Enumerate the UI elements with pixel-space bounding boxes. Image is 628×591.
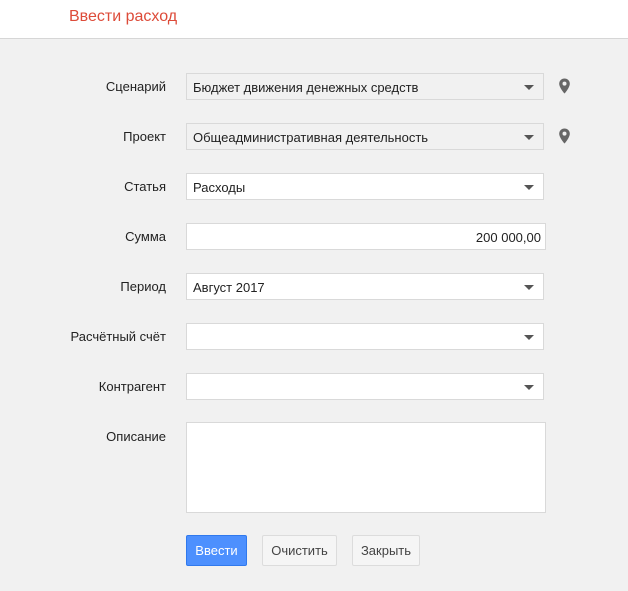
project-select[interactable]: Общеадминистративная деятельность — [186, 123, 544, 150]
page-title: Ввести расход — [69, 8, 178, 25]
chevron-down-icon — [524, 385, 534, 390]
period-select[interactable]: Август 2017 — [186, 273, 544, 300]
scenario-label: Сценарий — [105, 79, 166, 94]
amount-value: 200 000,00 — [475, 230, 541, 245]
period-label: Период — [120, 279, 166, 294]
article-select[interactable]: Расходы — [186, 173, 544, 200]
account-select[interactable] — [186, 323, 544, 350]
period-value: Август 2017 — [193, 280, 265, 295]
counterparty-label: Контрагент — [98, 379, 166, 394]
clear-button[interactable]: Очистить — [262, 535, 337, 566]
chevron-down-icon — [524, 85, 534, 90]
project-label: Проект — [123, 129, 166, 144]
chevron-down-icon — [524, 335, 534, 340]
close-button[interactable]: Закрыть — [352, 535, 420, 566]
description-label: Описание — [106, 429, 166, 444]
description-textarea[interactable] — [186, 422, 546, 513]
article-value: Расходы — [193, 180, 246, 195]
chevron-down-icon — [524, 135, 534, 140]
scenario-value: Бюджет движения денежных средств — [193, 80, 419, 95]
chevron-down-icon — [524, 185, 534, 190]
counterparty-select[interactable] — [186, 373, 544, 400]
submit-button[interactable]: Ввести — [186, 535, 247, 566]
scenario-select[interactable]: Бюджет движения денежных средств — [186, 73, 544, 100]
chevron-down-icon — [524, 285, 534, 290]
header-bar: Ввести расход — [0, 0, 628, 39]
amount-label: Сумма — [125, 229, 166, 244]
map-pin-icon[interactable] — [558, 78, 571, 94]
article-label: Статья — [124, 179, 166, 194]
amount-input[interactable]: 200 000,00 — [186, 223, 546, 250]
project-value: Общеадминистративная деятельность — [193, 130, 429, 145]
map-pin-icon[interactable] — [558, 128, 571, 144]
account-label: Расчётный счёт — [70, 329, 167, 344]
